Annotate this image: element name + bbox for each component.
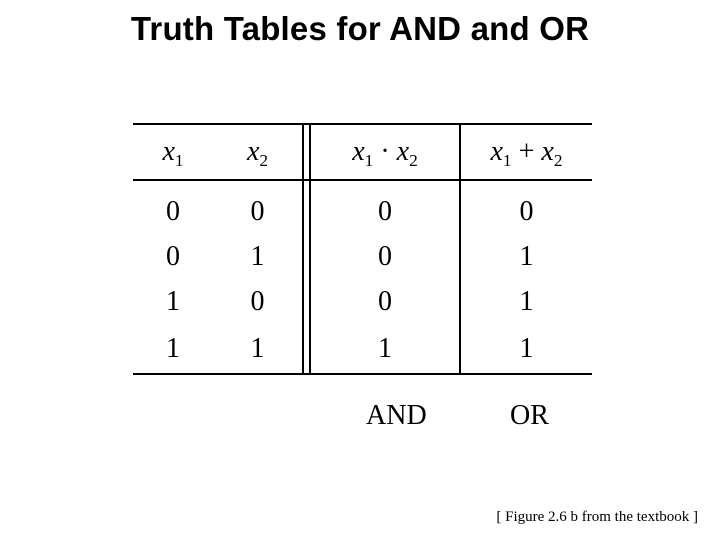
truth-table-grid: x1 x2 x1 · x2 x1 + x2 0 0	[133, 123, 592, 375]
col-header-x1: x1	[133, 124, 213, 180]
cell-x2: 1	[213, 234, 303, 279]
table-rule	[133, 180, 592, 189]
cell-x1: 0	[133, 189, 213, 234]
cell-and: 0	[310, 189, 460, 234]
cell-x2: 0	[213, 189, 303, 234]
cell-x1: 1	[133, 324, 213, 374]
cell-x1: 1	[133, 279, 213, 324]
cell-or: 1	[460, 279, 592, 324]
col-header-and: x1 · x2	[310, 124, 460, 180]
table-header-row: x1 x2 x1 · x2 x1 + x2	[133, 124, 592, 180]
label-and: AND	[366, 400, 427, 432]
cell-x1: 0	[133, 234, 213, 279]
table-row: 0 1 0 1	[133, 234, 592, 279]
cell-or: 1	[460, 324, 592, 374]
col-header-x2: x2	[213, 124, 303, 180]
divider-col	[303, 124, 310, 180]
truth-table: x1 x2 x1 · x2 x1 + x2 0 0	[133, 123, 592, 375]
cell-x2: 0	[213, 279, 303, 324]
col-header-or: x1 + x2	[460, 124, 592, 180]
page-title: Truth Tables for AND and OR	[0, 10, 720, 48]
table-row: 1 0 0 1	[133, 279, 592, 324]
table-row: 0 0 0 0	[133, 189, 592, 234]
cell-and: 1	[310, 324, 460, 374]
cell-and: 0	[310, 279, 460, 324]
cell-and: 0	[310, 234, 460, 279]
cell-or: 1	[460, 234, 592, 279]
table-row: 1 1 1 1	[133, 324, 592, 374]
label-or: OR	[510, 400, 549, 432]
figure-caption: [ Figure 2.6 b from the textbook ]	[496, 509, 698, 526]
slide: Truth Tables for AND and OR x1 x2 x1 · x…	[0, 0, 720, 540]
cell-or: 0	[460, 189, 592, 234]
cell-x2: 1	[213, 324, 303, 374]
